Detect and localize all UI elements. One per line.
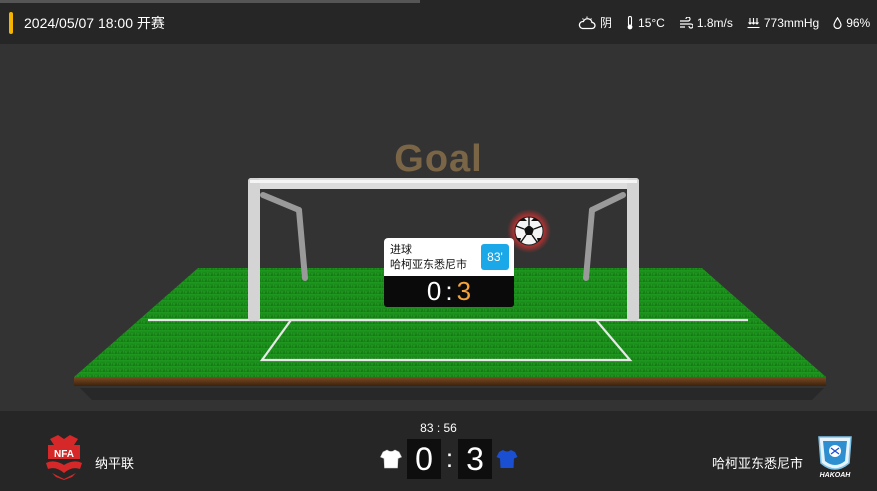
away-shirt-icon [496,450,518,468]
away-logo-text: HAKOAH [820,472,852,479]
thermometer-icon [627,15,633,29]
home-shirt-icon [380,449,402,469]
event-score-home: 0 [426,276,442,306]
away-team-logo: HAKOAH [818,436,852,479]
match-info-bar: 2024/05/07 18:00 开赛 阴 15°C 1.8m/s 773mmH… [0,0,877,44]
weather-wind: 1.8m/s [679,16,733,30]
event-type-label: 进球 [390,244,412,256]
weather-humidity: 96% [833,16,870,30]
pitch-soil [74,377,826,386]
home-score: 0 [407,439,441,479]
pitch-scene [74,178,826,400]
match-start-time: 2024/05/07 18:00 开赛 [24,15,165,31]
cloudy-icon [578,16,596,29]
home-logo-text: NFA [54,449,74,460]
accent-marker [9,12,13,34]
away-team-name: 哈柯亚东悉尼市 [711,456,803,471]
droplet-icon [833,16,842,29]
wind-icon [679,16,693,29]
weather-panel: 阴 15°C 1.8m/s 773mmHg 96% [578,14,870,31]
event-score-away: 3 [456,276,472,306]
away-score: 3 [458,439,492,479]
match-clock: 83 : 56 [420,421,457,435]
goal-banner-title: Goal [394,138,483,180]
event-team-name: 哈柯亚东悉尼市 [390,259,467,271]
weather-temperature: 15°C [626,15,665,30]
home-team-logo: NFA [46,435,82,480]
weather-condition-text: 阴 [600,16,613,30]
home-team-name: 纳平联 [95,456,135,471]
event-score-separator: : [445,276,453,306]
pitch-shadow [80,388,824,400]
wind-text: 1.8m/s [696,15,733,30]
goal-event-header: 进球 哈柯亚东悉尼市 83' [384,238,514,276]
humidity-text: 96% [846,15,871,30]
scoreboard-bar: 83 : 56 NFA 纳平联 0 : 3 哈柯亚东悉尼市 HAKOAH [0,411,877,491]
score-separator: : [445,443,454,473]
event-minute-badge: 83' [481,244,509,270]
animation-stage: Goal 进球 哈柯亚东悉尼市 83' 0:3 [0,44,877,411]
top-divider [0,0,420,3]
temperature-text: 15°C [638,15,665,30]
event-score: 0:3 [384,276,514,307]
weather-condition: 阴 [578,14,612,31]
goal-event-card: 进球 哈柯亚东悉尼市 83' 0:3 [384,238,514,307]
pressure-text: 773mmHg [763,15,820,30]
weather-pressure: 773mmHg [747,16,819,30]
pressure-icon [747,17,760,28]
